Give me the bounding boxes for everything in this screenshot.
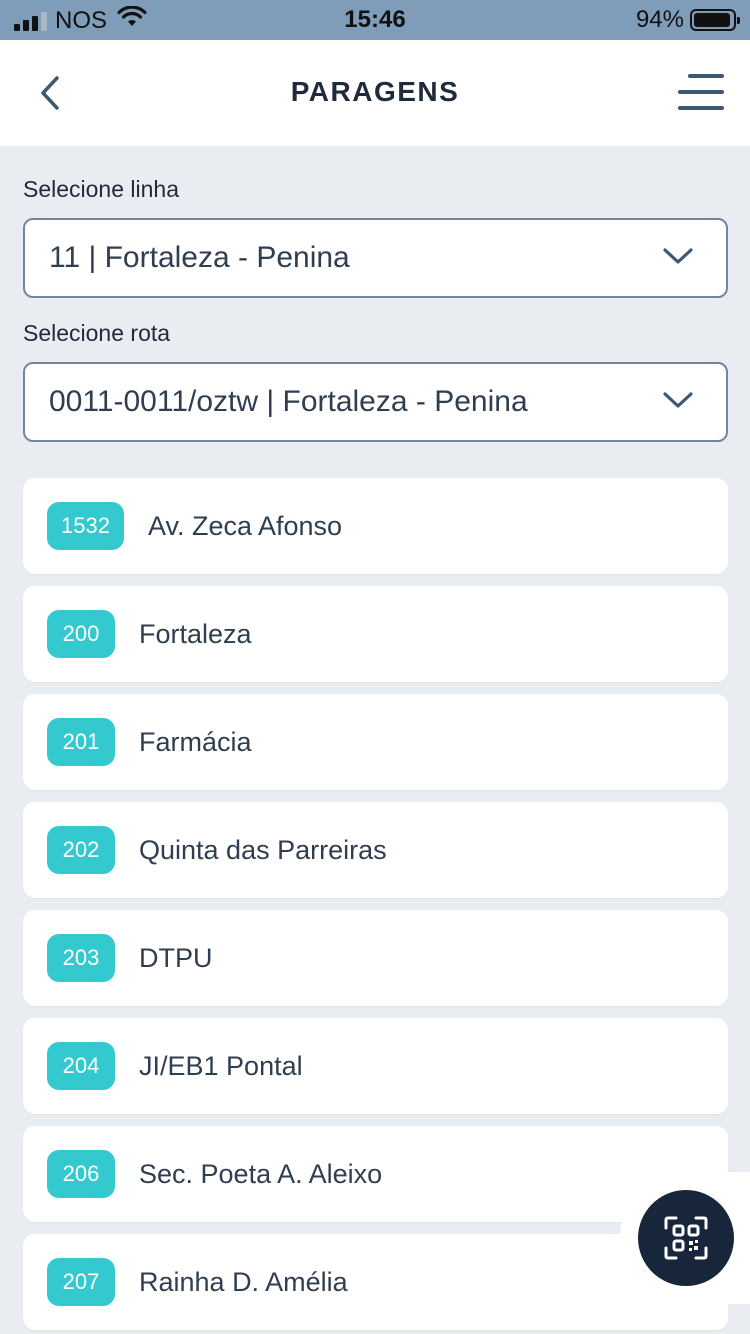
status-bar: NOS 15:46 94% <box>0 0 750 40</box>
page-title: PARAGENS <box>290 76 460 107</box>
menu-icon-line <box>678 106 724 110</box>
chevron-down-icon <box>663 248 693 264</box>
stop-name: DTPU <box>139 942 213 973</box>
qr-scan-button[interactable] <box>638 1190 734 1286</box>
stops-list: 1532 Av. Zeca Afonso 200 Fortaleza 201 F… <box>23 478 728 1334</box>
stop-code-badge: 200 <box>47 610 115 658</box>
stop-name: Rainha D. Amélia <box>139 1266 348 1297</box>
stop-name: Av. Zeca Afonso <box>147 510 343 541</box>
stop-item[interactable]: 206 Sec. Poeta A. Aleixo <box>23 1126 728 1222</box>
stop-name: JI/EB1 Pontal <box>139 1050 303 1081</box>
menu-icon-line <box>678 90 724 94</box>
stop-item[interactable]: 202 Quinta das Parreiras <box>23 802 728 898</box>
stop-name: Farmácia <box>139 726 252 757</box>
line-select[interactable]: 11 | Fortaleza - Penina <box>23 218 728 298</box>
menu-button[interactable] <box>678 70 724 114</box>
stop-item[interactable]: 204 JI/EB1 Pontal <box>23 1018 728 1114</box>
line-select-label: Selecione linha <box>23 176 180 202</box>
stop-code-badge: 206 <box>47 1150 115 1198</box>
status-right: 94% <box>635 6 740 34</box>
route-select[interactable]: 0011-0011/oztw | Fortaleza - Penina <box>23 362 728 442</box>
chevron-down-icon <box>663 392 693 408</box>
qr-scan-icon <box>664 1216 708 1260</box>
line-select-value: 11 | Fortaleza - Penina <box>49 241 350 274</box>
stop-item[interactable]: 200 Fortaleza <box>23 586 728 682</box>
battery-icon <box>690 9 740 31</box>
stop-code-badge: 203 <box>47 934 115 982</box>
stop-item[interactable]: 201 Farmácia <box>23 694 728 790</box>
stop-code-badge: 1532 <box>47 502 124 550</box>
route-select-label: Selecione rota <box>23 320 171 346</box>
battery-percent: 94% <box>635 6 684 33</box>
stop-name: Fortaleza <box>139 618 252 649</box>
menu-icon-line <box>688 74 724 78</box>
stop-name: Sec. Poeta A. Aleixo <box>139 1158 383 1189</box>
battery-fill <box>694 13 730 27</box>
app-header: PARAGENS <box>0 40 750 146</box>
stop-item[interactable]: 1532 Av. Zeca Afonso <box>23 478 728 574</box>
stop-code-badge: 202 <box>47 826 115 874</box>
stop-code-badge: 201 <box>47 718 115 766</box>
stop-code-badge: 204 <box>47 1042 115 1090</box>
route-select-value: 0011-0011/oztw | Fortaleza - Penina <box>49 385 528 418</box>
stop-code-badge: 207 <box>47 1258 115 1306</box>
stop-item[interactable]: 203 DTPU <box>23 910 728 1006</box>
stop-name: Quinta das Parreiras <box>139 834 387 865</box>
